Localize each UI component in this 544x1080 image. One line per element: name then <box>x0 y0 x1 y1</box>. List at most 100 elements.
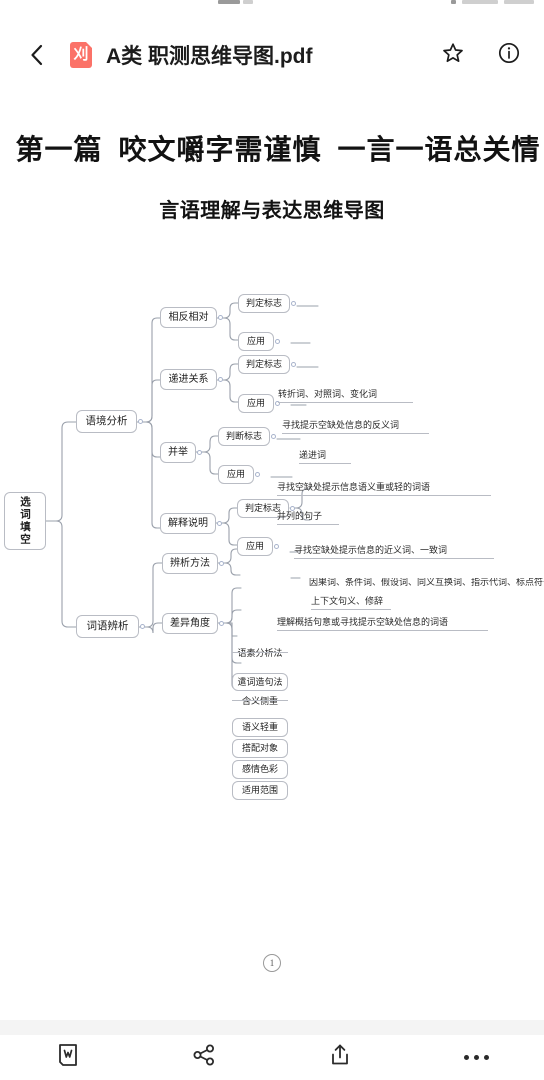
clock-text <box>504 0 534 4</box>
mindmap-leaf-chayi-3[interactable]: 搭配对象 <box>232 739 288 758</box>
connector-dot <box>197 450 202 455</box>
node-label: 应用 <box>245 541 264 552</box>
node-label: 应用 <box>246 398 265 409</box>
connector-dot <box>219 561 224 566</box>
mindmap-leaf-jieshi-use: 理解概括句意或寻找提示空缺处信息的词语 <box>277 617 488 631</box>
node-label: 应用 <box>226 469 245 480</box>
document-page[interactable]: 第一篇 咬文嚼字需谨慎 一言一语总关情 言语理解与表达思维导图 选词填空 语境分… <box>0 98 544 1020</box>
connector-dot <box>140 624 145 629</box>
export-button[interactable] <box>272 1035 408 1080</box>
leaf-label: 语素分析法 <box>237 648 283 658</box>
leaf-label: 感情色彩 <box>241 764 278 775</box>
battery-icon <box>462 0 498 4</box>
mindmap-node-dijin-use[interactable]: 应用 <box>238 394 274 413</box>
status-icon-a <box>218 0 240 4</box>
mindmap-leaf-jieshi-mark1: 因果词、条件词、假设词、同义互换词、指示代词、标点符号 <box>309 578 544 587</box>
app-header: 刈 A类 职测思维导图.pdf <box>0 12 544 98</box>
upload-export-icon <box>327 1042 353 1073</box>
mindmap-node-xiangfan-use[interactable]: 应用 <box>238 332 274 351</box>
info-circle-icon <box>497 41 521 70</box>
share-button[interactable] <box>136 1035 272 1080</box>
star-outline-icon <box>441 41 465 70</box>
chevron-left-icon <box>27 43 47 67</box>
connector-dot <box>271 434 276 439</box>
mindmap-leaf-xiangfan-use: 寻找提示空缺处信息的反义词 <box>282 420 429 434</box>
app-root: 刈 A类 职测思维导图.pdf 第一篇 咬文嚼字需谨慎 一言一语总关情 言语理解… <box>0 0 544 1080</box>
info-button[interactable] <box>494 40 524 70</box>
mindmap-node-xiangfan-mark[interactable]: 判定标志 <box>238 294 290 313</box>
connector-dot <box>255 472 260 477</box>
mindmap-node-bingju[interactable]: 并举 <box>160 442 196 463</box>
wps-document-icon <box>55 1042 81 1073</box>
mindmap-node-ciyu[interactable]: 词语辨析 <box>76 615 139 638</box>
back-button[interactable] <box>20 38 54 72</box>
mindmap-leaf-dijin-use: 寻找空缺处提示信息语义重或轻的词语 <box>277 482 491 496</box>
more-button[interactable] <box>408 1035 544 1080</box>
mindmap-leaf-chayi-2[interactable]: 语义轻重 <box>232 718 288 737</box>
header-actions <box>438 40 524 70</box>
node-label: 解释说明 <box>168 517 208 529</box>
node-label: 判定标志 <box>245 298 282 309</box>
node-label: 判定标志 <box>245 359 282 370</box>
node-label: 并举 <box>168 446 188 458</box>
pdf-glyph: 刈 <box>73 46 89 63</box>
mindmap-node-jieshi[interactable]: 解释说明 <box>160 513 216 534</box>
bottom-toolbar <box>0 1035 544 1080</box>
mindmap-leaf-bianxi-2[interactable]: 遣词造句法 <box>232 673 288 691</box>
node-label: 应用 <box>246 336 265 347</box>
connector-dot <box>291 362 296 367</box>
mindmap-node-jieshi-use[interactable]: 应用 <box>237 537 273 556</box>
mindmap-node-dijin[interactable]: 递进关系 <box>160 369 217 390</box>
mindmap-leaf-jieshi-mark2: 上下文句义、修辞 <box>311 596 391 610</box>
page-number-badge: 1 <box>263 954 281 972</box>
document-button[interactable] <box>0 1035 136 1080</box>
connector-dot <box>217 521 222 526</box>
mindmap-connectors <box>45 302 319 690</box>
connector-dot <box>219 621 224 626</box>
mindmap-leaf-dijin-mark: 递进词 <box>299 450 351 464</box>
more-horizontal-icon <box>463 1055 489 1060</box>
connector-dot <box>218 315 223 320</box>
connector-dot <box>274 544 279 549</box>
connector-dot <box>291 301 296 306</box>
leaf-label: 适用范围 <box>241 785 278 796</box>
favorite-button[interactable] <box>438 40 468 70</box>
status-bar-right <box>451 0 534 4</box>
mindmap-node-bingju-mark[interactable]: 判断标志 <box>218 427 270 446</box>
node-label: 词语辨析 <box>86 620 129 633</box>
leaf-label: 含义侧重 <box>241 696 278 706</box>
mindmap-node-chayi[interactable]: 差异角度 <box>162 613 218 634</box>
mindmap-leaf-bingju-use: 寻找空缺处提示信息的近义词、一致词 <box>294 545 494 559</box>
toolbar-divider <box>0 1020 544 1035</box>
mindmap: 选词填空 语境分析 词语辨析 相反相对 递进关系 并举 解释说明 辨析方法 差异… <box>0 98 544 1020</box>
node-label: 判断标志 <box>225 431 262 442</box>
node-label: 差异角度 <box>170 617 210 629</box>
connector-dot <box>138 419 143 424</box>
mindmap-node-xiangfan[interactable]: 相反相对 <box>160 307 217 328</box>
connector-dot <box>218 377 223 382</box>
signal-icon <box>451 0 456 4</box>
root-label: 选词填空 <box>19 496 32 546</box>
mindmap-node-dijin-mark[interactable]: 判定标志 <box>238 355 290 374</box>
mindmap-leaf-bingju-mark: 并列的句子 <box>277 511 339 525</box>
mindmap-node-bianxi[interactable]: 辨析方法 <box>162 553 218 574</box>
status-bar <box>0 0 544 12</box>
node-label: 语境分析 <box>85 415 128 428</box>
node-label: 相反相对 <box>168 311 209 323</box>
connector-dot <box>275 339 280 344</box>
mindmap-leaf-chayi-1-underline <box>232 700 288 701</box>
mindmap-node-bingju-use[interactable]: 应用 <box>218 465 254 484</box>
leaf-label: 语义轻重 <box>241 722 278 733</box>
node-label: 辨析方法 <box>170 557 210 569</box>
leaf-label: 遣词造句法 <box>237 676 283 687</box>
mindmap-leaf-bianxi-1-underline <box>232 652 288 653</box>
mindmap-leaf-chayi-5[interactable]: 适用范围 <box>232 781 288 800</box>
pdf-file-icon: 刈 <box>70 42 92 68</box>
mindmap-root-node: 选词填空 <box>4 492 46 550</box>
mindmap-leaf-chayi-4[interactable]: 感情色彩 <box>232 760 288 779</box>
leaf-label: 搭配对象 <box>241 743 278 754</box>
mindmap-leaf-xiangfan-mark: 转折词、对照词、变化词 <box>278 389 413 403</box>
mindmap-node-yujing[interactable]: 语境分析 <box>76 410 137 433</box>
status-bar-left <box>218 0 253 4</box>
node-label: 递进关系 <box>168 373 209 385</box>
